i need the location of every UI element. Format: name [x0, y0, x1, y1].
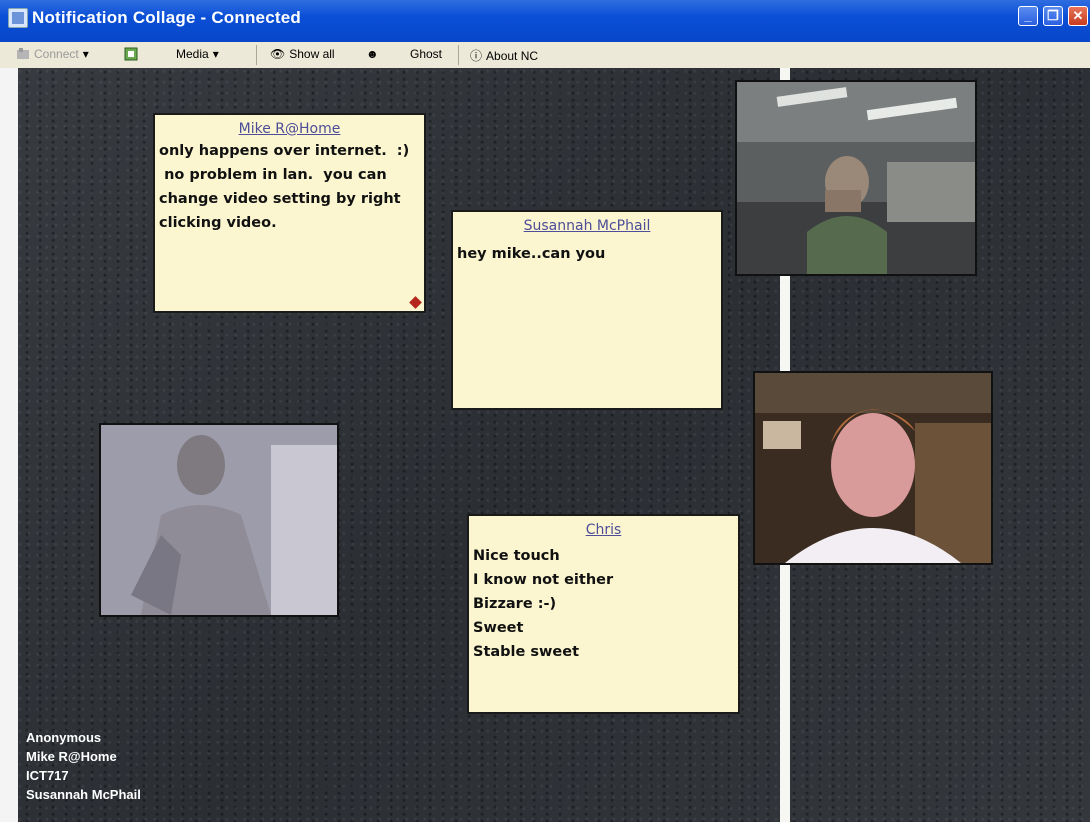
- ghost-icon: ☻: [366, 47, 379, 61]
- ghost-label-button[interactable]: Ghost: [410, 47, 442, 61]
- connect-dropdown-arrow[interactable]: ▾: [83, 47, 89, 61]
- note-body: hey mike..can you: [457, 246, 606, 262]
- roster-item[interactable]: Susannah McPhail: [26, 785, 141, 804]
- close-note-icon[interactable]: [409, 296, 422, 309]
- left-edge: [0, 68, 18, 822]
- video-feed[interactable]: [99, 423, 339, 617]
- office-webcam-image: [737, 82, 975, 274]
- video-feed[interactable]: [735, 80, 977, 276]
- sticky-note[interactable]: Susannah McPhail hey mike..can you: [451, 210, 723, 410]
- connect-label: Connect: [34, 47, 79, 61]
- eye-icon: 👁: [270, 47, 286, 61]
- media-menu-button[interactable]: Media ▾: [176, 47, 219, 61]
- maximize-button[interactable]: ❐: [1043, 6, 1063, 26]
- toolbar-separator: [458, 45, 459, 65]
- note-body: only happens over internet. :) no proble…: [159, 143, 410, 231]
- close-button[interactable]: ✕: [1068, 6, 1088, 26]
- note-author[interactable]: Chris: [469, 522, 738, 538]
- app-icon: [8, 8, 28, 28]
- video-feed[interactable]: [753, 371, 993, 565]
- media-dropdown-arrow: ▾: [212, 47, 219, 61]
- toolbar: Connect ▾ Media ▾ 👁 Show all ☻ Ghost ⓘ A…: [0, 42, 1090, 69]
- sticky-note[interactable]: Chris Nice touch I know not either Bizza…: [467, 514, 740, 714]
- show-all-button[interactable]: 👁 Show all: [270, 47, 335, 61]
- note-author[interactable]: Susannah McPhail: [453, 218, 721, 234]
- connect-button[interactable]: Connect ▾: [16, 47, 89, 61]
- connect-icon: [17, 48, 29, 59]
- title-bar[interactable]: Notification Collage - Connected _ ❐ ✕: [0, 0, 1090, 42]
- new-note-icon: [124, 47, 138, 61]
- new-item-button[interactable]: [124, 47, 138, 61]
- note-body: Nice touch I know not either Bizzare :-)…: [473, 548, 614, 660]
- roster-item[interactable]: Mike R@Home: [26, 747, 141, 766]
- ghost-button[interactable]: ☻: [366, 47, 379, 61]
- user-roster: Anonymous Mike R@Home ICT717 Susannah Mc…: [26, 728, 141, 804]
- person-webcam-image: [755, 373, 991, 563]
- note-author[interactable]: Mike R@Home: [155, 121, 424, 137]
- sticky-note[interactable]: Mike R@Home only happens over internet. …: [153, 113, 426, 313]
- info-icon: ⓘ: [470, 49, 483, 63]
- roster-item[interactable]: ICT717: [26, 766, 141, 785]
- about-label: About NC: [486, 48, 539, 63]
- window-title: Notification Collage - Connected: [32, 8, 301, 27]
- person-webcam-image: [101, 425, 337, 615]
- roster-item[interactable]: Anonymous: [26, 728, 141, 747]
- toolbar-separator: [256, 45, 257, 65]
- media-label: Media: [176, 47, 209, 61]
- about-button[interactable]: ⓘ About NC: [470, 47, 538, 64]
- show-all-label: Show all: [289, 47, 335, 61]
- minimize-button[interactable]: _: [1018, 6, 1038, 26]
- ghost-label: Ghost: [410, 47, 443, 61]
